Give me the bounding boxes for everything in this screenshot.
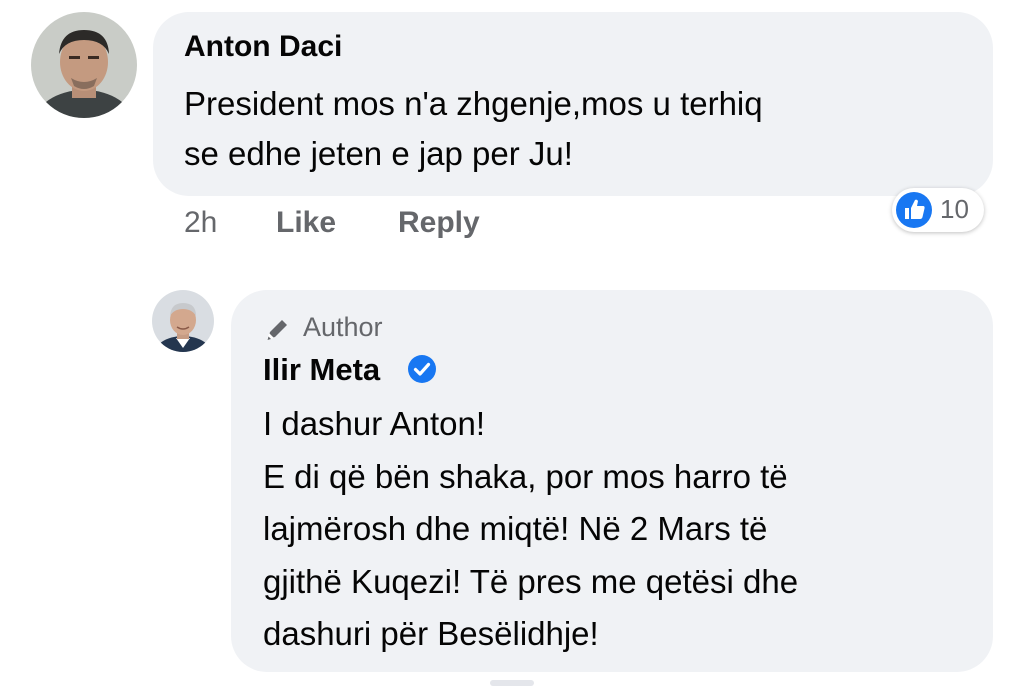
next-item-edge — [490, 680, 534, 686]
reaction-count: 10 — [940, 194, 969, 224]
like-icon — [896, 192, 932, 228]
reply-text: I dashur Anton! E di që bën shaka, por m… — [263, 405, 799, 652]
reaction-summary[interactable]: 10 — [892, 188, 984, 232]
comment-author-name[interactable]: Anton Daci — [184, 30, 342, 64]
reply-author-name[interactable]: Ilir Meta — [263, 352, 380, 388]
comment-timestamp[interactable]: 2h — [184, 206, 217, 240]
like-button[interactable]: Like — [276, 206, 336, 240]
author-badge-label: Author — [303, 312, 383, 342]
reply-author-avatar[interactable] — [152, 290, 214, 352]
comment-text: President mos n'a zhgenje,mos u terhiq s… — [184, 85, 763, 172]
reply-button[interactable]: Reply — [398, 206, 480, 240]
pencil-icon — [267, 320, 287, 340]
commenter-avatar[interactable] — [31, 12, 137, 118]
verified-badge-icon — [408, 355, 436, 383]
